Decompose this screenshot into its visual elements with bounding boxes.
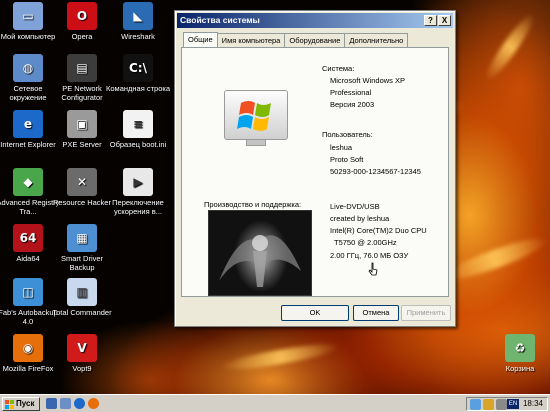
tab-computer-name[interactable]: Имя компьютера (216, 33, 286, 47)
resource-hacker-icon: ✕ (67, 168, 97, 196)
desktop-icon-pxe-server[interactable]: ▣ PXE Server (50, 110, 114, 149)
flame-decoration (219, 339, 341, 375)
desktop-icon-total-commander[interactable]: ▥ Total Commander (50, 278, 114, 317)
desktop-icon-label: PXE Server (62, 140, 102, 149)
user-heading: Пользователь: (322, 130, 373, 139)
mouse-cursor-icon (368, 262, 378, 276)
help-button[interactable]: ? (424, 15, 437, 26)
smart-driver-backup-icon: ▦ (67, 224, 97, 252)
desktop-icon-wireshark[interactable]: ◣ Wireshark (106, 2, 170, 41)
desktop-icon-label: Smart Driver Backup (60, 254, 104, 272)
tab-strip: Общие Имя компьютера Оборудование Дополн… (183, 32, 409, 47)
desktop-icon-smart-driver-backup[interactable]: ▦ Smart Driver Backup (50, 224, 114, 272)
apply-button[interactable]: Применить (401, 305, 451, 321)
recycle-bin-icon: ♻ (505, 334, 535, 362)
product-id: 50293-000-1234567-12345 (330, 167, 421, 176)
command-prompt-icon: C:\ (123, 54, 153, 82)
tray-network-icon[interactable] (470, 399, 481, 410)
tab-general[interactable]: Общие (183, 32, 218, 47)
desktop-icon-command-prompt[interactable]: C:\ Командная строка (106, 54, 170, 93)
start-label: Пуск (16, 399, 35, 408)
start-button[interactable]: Пуск (2, 397, 40, 411)
oem-line-2: created by leshua (330, 214, 390, 223)
registry-tracer-icon: ◆ (13, 168, 43, 196)
aida64-icon: 64 (13, 224, 43, 252)
os-version: Версия 2003 (330, 100, 375, 109)
pxe-server-icon: ▣ (67, 110, 97, 138)
total-commander-icon: ▥ (67, 278, 97, 306)
os-edition: Professional (330, 88, 372, 97)
dialog-title: Свойства системы (180, 15, 260, 25)
desktop-icon-resource-hacker[interactable]: ✕ Resource Hacker (50, 168, 114, 207)
desktop-icon-label: Wireshark (121, 32, 155, 41)
monitor-stand (246, 139, 266, 146)
language-indicator[interactable]: EN (507, 399, 519, 409)
desktop: ▭ Мой компьютер ◍ Сетевое окружение e In… (0, 0, 550, 394)
tray-usb-icon[interactable] (496, 399, 507, 410)
vopt9-icon: V (67, 334, 97, 362)
network-configurator-icon: ▤ (67, 54, 97, 82)
taskbar: Пуск EN 18:34 (0, 394, 550, 412)
tab-hardware[interactable]: Оборудование (284, 33, 346, 47)
desktop-icon-vopt9[interactable]: V Vopt9 (50, 334, 114, 373)
windows-flag-icon (237, 101, 271, 131)
cpu-model: Intel(R) Core(TM)2 Duo CPU (330, 226, 427, 235)
os-name: Microsoft Windows XP (330, 76, 406, 85)
windows-logo-icon (224, 90, 288, 146)
system-properties-dialog: Свойства системы ? X Общие Имя компьютер… (174, 10, 456, 327)
desktop-icon-network-configurator[interactable]: ▤ PE Network Configurator (50, 54, 114, 102)
desktop-icon-opera[interactable]: O Opera (50, 2, 114, 41)
cpu-speed: T5750 @ 2.00GHz (334, 238, 397, 247)
desktop-icon-label: Vopt9 (72, 364, 92, 373)
oem-logo-image (208, 210, 312, 296)
general-tab-panel: Система: Microsoft Windows XP Profession… (181, 47, 449, 297)
my-computer-icon: ▭ (13, 2, 43, 30)
desktop-icon-label: Командная строка (106, 84, 170, 93)
tray-volume-icon[interactable] (483, 399, 494, 410)
registered-user: leshua (330, 143, 353, 152)
desktop-icon-acceleration-switch[interactable]: ▶ Переключение ускорения в... (106, 168, 170, 216)
ok-button[interactable]: OK (281, 305, 349, 321)
desktop-icon-label: Переключение ускорения в... (112, 198, 164, 216)
text-file-icon: ≡ (123, 110, 153, 138)
desktop-icon-label: Opera (71, 32, 93, 41)
internet-explorer-icon: e (13, 110, 43, 138)
dragon-artwork-icon (219, 235, 301, 287)
network-places-icon: ◍ (13, 54, 43, 82)
oem-heading: Производство и поддержка: (204, 200, 302, 209)
flame-decoration (440, 231, 550, 287)
firefox-icon: ◉ (13, 334, 43, 362)
dialog-titlebar[interactable]: Свойства системы ? X (177, 13, 453, 28)
desktop-icon-label: Total Commander (52, 308, 112, 317)
desktop-icon-label: PE Network Configurator (61, 84, 103, 102)
desktop-icon-label: Resource Hacker (53, 198, 111, 207)
cpu-ram-summary: 2.00 ГГц, 76.0 МБ ОЗУ (330, 251, 409, 260)
desktop-icon-recycle-bin[interactable]: ♻ Корзина (488, 334, 550, 373)
quick-launch-network-icon[interactable] (60, 398, 71, 409)
quick-launch-save-icon[interactable] (46, 398, 57, 409)
quick-launch-firefox-icon[interactable] (88, 398, 99, 409)
cancel-button[interactable]: Отмена (353, 305, 399, 321)
tab-advanced[interactable]: Дополнительно (344, 33, 409, 47)
autobackup-icon: ◫ (13, 278, 43, 306)
quick-launch-ie-icon[interactable] (74, 398, 85, 409)
monitor-frame (224, 90, 288, 140)
system-tray: EN 18:34 (466, 397, 548, 411)
flame-decoration (481, 10, 539, 84)
wireshark-icon: ◣ (123, 2, 153, 30)
desktop-icon-label: Образец boot.ini (109, 140, 167, 149)
acceleration-switch-icon: ▶ (123, 168, 153, 196)
desktop-icon-label: Корзина (505, 364, 535, 373)
close-button[interactable]: X (438, 15, 451, 26)
clock[interactable]: 18:34 (523, 399, 543, 408)
oem-line-1: Live-DVD/USB (330, 202, 380, 211)
windows-start-icon (5, 400, 14, 409)
opera-icon: O (67, 2, 97, 30)
desktop-icon-boot-ini[interactable]: ≡ Образец boot.ini (106, 110, 170, 149)
registered-organization: Proto Soft (330, 155, 364, 164)
system-heading: Система: (322, 64, 355, 73)
